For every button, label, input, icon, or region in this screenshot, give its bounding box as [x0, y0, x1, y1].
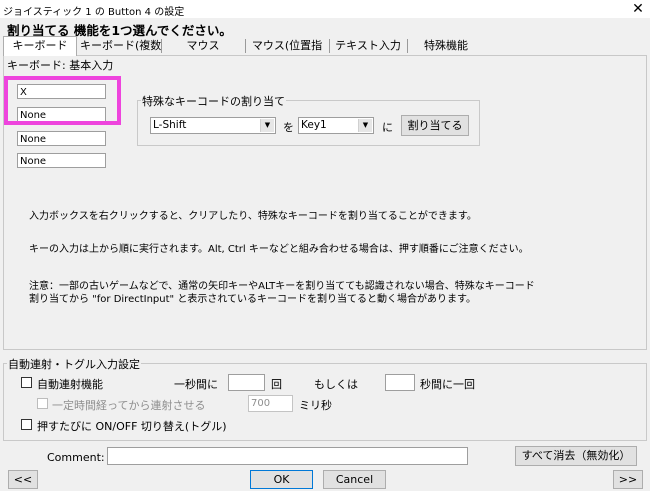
modifier-select[interactable]: L-Shift ▼: [150, 117, 276, 134]
info-order: キーの入力は上から順に実行されます。Alt, Ctrl キーなどと組み合わせる場…: [29, 244, 529, 255]
tab-divider: [161, 39, 162, 53]
keyboard-basic-group-title: キーボード: 基本入力: [6, 57, 115, 73]
tab-divider: [407, 39, 408, 53]
seconds-input[interactable]: [385, 374, 415, 391]
tab-keyboard[interactable]: キーボード: [3, 36, 77, 56]
tab-keyboard-multi[interactable]: キーボード(複数: [80, 37, 161, 55]
key-select[interactable]: Key1 ▼: [298, 117, 374, 134]
delay-ms-input[interactable]: 700: [248, 395, 293, 412]
chevron-down-icon: ▼: [260, 119, 274, 132]
clear-all-button[interactable]: すべて消去（無効化）: [515, 446, 637, 466]
tab-divider: [329, 39, 330, 53]
tab-mouse[interactable]: マウス: [164, 37, 242, 55]
key-select-value: Key1: [301, 119, 327, 131]
delay-checkbox[interactable]: [37, 398, 48, 409]
comment-label: Comment:: [47, 451, 105, 464]
auto-fire-label: 自動連射機能: [37, 378, 103, 391]
delay-label: 一定時間経ってから連射させる: [52, 399, 206, 412]
info-note-2: 割り当てから "for DirectInput" と表示されているキーコードを割…: [29, 294, 477, 305]
or-label: もしくは: [314, 378, 358, 391]
auto-fire-checkbox[interactable]: [21, 377, 32, 388]
close-icon[interactable]: ✕: [628, 1, 648, 17]
chevron-down-icon: ▼: [358, 119, 372, 132]
window-title: ジョイスティック 1 の Button 4 の設定: [3, 7, 185, 18]
comment-input[interactable]: [107, 447, 468, 465]
ms-label: ミリ秒: [299, 399, 332, 412]
title-bar: ジョイスティック 1 の Button 4 の設定 ✕: [0, 0, 650, 18]
ok-button[interactable]: OK: [250, 470, 313, 489]
auto-fire-group-title: 自動連射・トグル入力設定: [7, 356, 141, 372]
tab-divider: [245, 39, 246, 53]
seconds-label: 秒間に一回: [420, 378, 475, 391]
key-input-2[interactable]: None: [17, 107, 106, 122]
info-right-click: 入力ボックスを右クリックすると、クリアしたり、特殊なキーコードを割り当てることが…: [29, 211, 477, 222]
times-label: 回: [271, 378, 282, 391]
prev-button[interactable]: <<: [8, 470, 38, 489]
modifier-select-value: L-Shift: [153, 119, 187, 131]
key-input-1[interactable]: X: [17, 84, 106, 99]
key-input-4[interactable]: None: [17, 153, 106, 168]
tab-mouse-position[interactable]: マウス(位置指: [247, 37, 327, 55]
wo-label: を: [283, 121, 294, 134]
next-button[interactable]: >>: [613, 470, 643, 489]
toggle-checkbox[interactable]: [21, 419, 32, 430]
tab-text-input[interactable]: テキスト入力: [332, 37, 404, 55]
per-second-input[interactable]: [228, 374, 265, 391]
tab-special-functions[interactable]: 特殊機能: [410, 37, 482, 55]
cancel-button[interactable]: Cancel: [323, 470, 386, 489]
key-input-3[interactable]: None: [17, 131, 106, 146]
per-second-label: 一秒間に: [174, 378, 218, 391]
toggle-label: 押すたびに ON/OFF 切り替え(トグル): [37, 420, 227, 433]
ni-label: に: [382, 121, 393, 134]
special-key-group-title: 特殊なキーコードの割り当て: [141, 93, 286, 109]
assign-button[interactable]: 割り当てる: [401, 115, 469, 136]
